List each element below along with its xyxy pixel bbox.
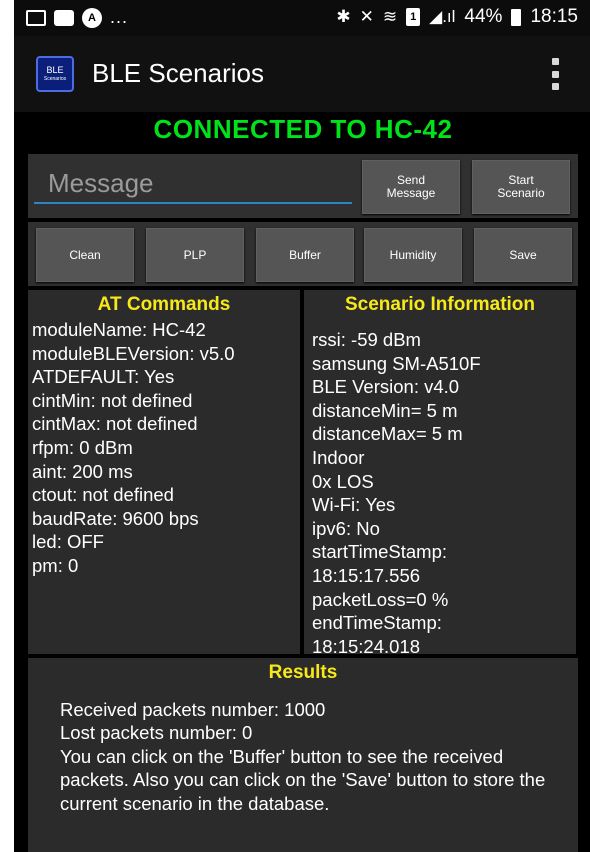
battery-percent: 44% bbox=[464, 6, 503, 27]
app-logo-text: BLE bbox=[46, 65, 64, 75]
alert-circle-icon: A bbox=[82, 7, 102, 28]
scenario-info-line: Indoor bbox=[312, 446, 365, 468]
clean-button[interactable]: Clean bbox=[36, 228, 134, 282]
at-commands-title: AT Commands bbox=[97, 294, 231, 315]
at-command-line: ctout: not defined bbox=[32, 484, 174, 506]
send-message-label: Send Message bbox=[386, 173, 436, 200]
chat-icon bbox=[54, 9, 74, 26]
scenario-info-line: startTimeStamp: bbox=[312, 541, 448, 563]
send-message-button[interactable]: Send Message bbox=[362, 160, 460, 214]
buffer-button[interactable]: Buffer bbox=[256, 228, 354, 282]
app-logo-subtext: Scenarios bbox=[43, 76, 67, 82]
message-input[interactable] bbox=[34, 164, 352, 204]
sim-icon: 1 bbox=[406, 8, 421, 26]
status-right: ✱ ✕ ≋ 1 ◢.ıl 44% 18:15 bbox=[336, 6, 578, 28]
scenario-info-line: rssi: -59 dBm bbox=[312, 329, 421, 350]
scenario-info-list: rssi: -59 dBm samsung SM-A510F BLE Versi… bbox=[304, 318, 576, 654]
app-title: BLE Scenarios bbox=[92, 58, 264, 88]
scenario-info-line: BLE Version: v4.0 bbox=[312, 376, 460, 398]
battery-icon bbox=[511, 8, 522, 26]
results-title: Results bbox=[268, 662, 338, 683]
results-hint: You can click on the 'Buffer' button to … bbox=[60, 745, 546, 814]
at-command-line: ATDEFAULT: Yes bbox=[32, 366, 175, 388]
at-command-line: aint: 200 ms bbox=[32, 460, 133, 482]
at-command-line: pm: 0 bbox=[32, 554, 79, 576]
at-commands-panel: AT Commands moduleName: HC-42 moduleBLEV… bbox=[28, 290, 300, 654]
scenario-info-line: 18:15:24.018 bbox=[312, 635, 421, 654]
lost-packets-line: Lost packets number: 0 bbox=[60, 722, 253, 744]
at-command-line: moduleBLEVersion: v5.0 bbox=[32, 342, 235, 364]
plp-button[interactable]: PLP bbox=[146, 228, 244, 282]
scenario-info-line: samsung SM-A510F bbox=[312, 352, 481, 374]
notification-ellipsis: ... bbox=[110, 7, 129, 27]
image-icon bbox=[26, 9, 46, 26]
scenario-info-line: Wi-Fi: Yes bbox=[312, 494, 396, 516]
wifi-icon: ≋ bbox=[382, 7, 398, 26]
scenario-info-line: distanceMax= 5 m bbox=[312, 423, 463, 445]
connection-status: CONNECTED TO HC-42 bbox=[153, 114, 453, 144]
at-command-line: rfpm: 0 dBm bbox=[32, 436, 133, 458]
app-logo: BLE Scenarios bbox=[36, 56, 74, 92]
at-command-line: led: OFF bbox=[32, 531, 104, 553]
status-bar: A ... ✱ ✕ ≋ 1 ◢.ıl 44% 18:15 bbox=[14, 0, 590, 36]
scenario-info-line: ipv6: No bbox=[312, 517, 380, 539]
start-scenario-button[interactable]: Start Scenario bbox=[472, 160, 570, 214]
humidity-button[interactable]: Humidity bbox=[364, 228, 462, 282]
action-button-row: Clean PLP Buffer Humidity Save bbox=[28, 222, 578, 286]
scenario-info-line: distanceMin= 5 m bbox=[312, 399, 458, 421]
overflow-menu-icon[interactable] bbox=[552, 58, 560, 90]
at-command-line: cintMin: not defined bbox=[32, 389, 193, 411]
at-command-line: moduleName: HC-42 bbox=[32, 319, 206, 340]
phone-screen: A ... ✱ ✕ ≋ 1 ◢.ıl 44% 18:15 BLE Scenari… bbox=[14, 0, 590, 852]
scenario-info-line: packetLoss=0 % bbox=[312, 588, 449, 610]
save-button[interactable]: Save bbox=[474, 228, 572, 282]
results-text: Received packets number: 1000 Lost packe… bbox=[28, 686, 548, 815]
app-bar: BLE Scenarios BLE Scenarios bbox=[14, 36, 590, 112]
start-scenario-label: Start Scenario bbox=[497, 173, 545, 200]
message-row: Send Message Start Scenario bbox=[28, 154, 578, 218]
at-command-line: cintMax: not defined bbox=[32, 413, 198, 435]
at-command-line: baudRate: 9600 bps bbox=[32, 507, 199, 529]
scenario-info-line: 18:15:17.556 bbox=[312, 564, 421, 586]
bluetooth-icon: ✱ bbox=[336, 7, 351, 26]
results-panel[interactable]: Results Received packets number: 1000 Lo… bbox=[28, 658, 578, 852]
scenario-info-line: 0x LOS bbox=[312, 470, 374, 492]
at-commands-list: moduleName: HC-42 moduleBLEVersion: v5.0… bbox=[28, 318, 300, 578]
scenario-info-line: endTimeStamp: bbox=[312, 612, 442, 634]
signal-icon: ◢.ıl bbox=[429, 7, 456, 26]
received-packets-line: Received packets number: 1000 bbox=[60, 699, 326, 720]
scenario-info-panel[interactable]: Scenario Information rssi: -59 dBm samsu… bbox=[304, 290, 576, 654]
scenario-info-title: Scenario Information bbox=[344, 294, 536, 315]
status-left: A ... bbox=[26, 7, 128, 28]
mute-icon: ✕ bbox=[359, 7, 374, 26]
status-time: 18:15 bbox=[530, 6, 578, 27]
